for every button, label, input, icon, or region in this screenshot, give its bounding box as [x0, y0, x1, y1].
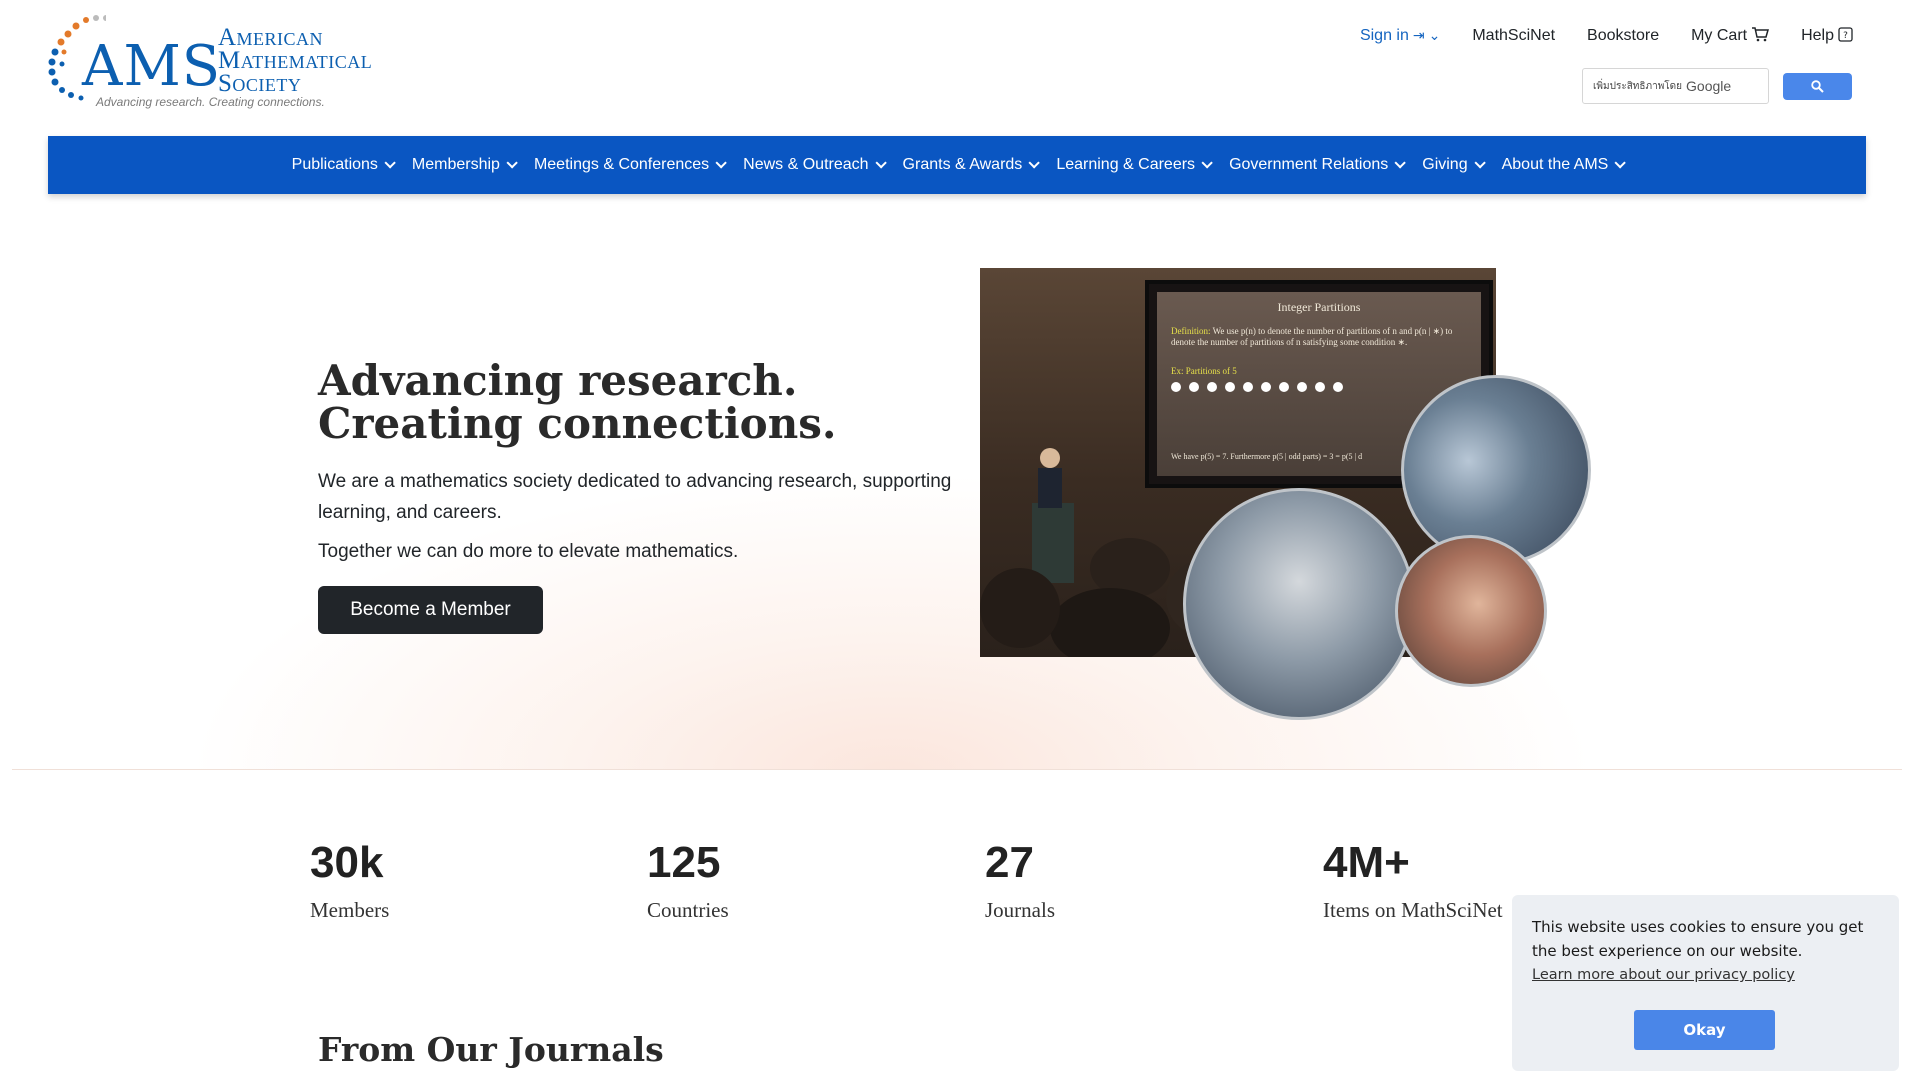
stat-journals: 27 Journals — [985, 838, 1055, 922]
nav-government-relations[interactable]: Government Relations — [1229, 156, 1407, 174]
help-link[interactable]: Help ? — [1801, 27, 1853, 45]
chevron-down-icon — [1201, 157, 1213, 169]
nav-giving[interactable]: Giving — [1422, 156, 1486, 174]
google-search: เพิ่มประสิทธิภาพโดย Google — [1582, 68, 1852, 104]
mathscinet-link[interactable]: MathSciNet — [1472, 27, 1555, 45]
logo-name: American Mathematical Society — [218, 24, 373, 97]
hero-subtext: Together we can do more to elevate mathe… — [318, 541, 739, 562]
cookie-message: This website uses cookies to ensure you … — [1532, 918, 1864, 960]
sign-in-link[interactable]: Sign in ⇥ ⌄ — [1360, 27, 1440, 45]
sign-in-icon: ⇥ — [1412, 27, 1425, 43]
privacy-policy-link[interactable]: Learn more about our privacy policy — [1532, 967, 1879, 983]
svg-text:?: ? — [1843, 31, 1848, 41]
nav-grants-awards[interactable]: Grants & Awards — [903, 156, 1041, 174]
chevron-down-icon — [1614, 157, 1627, 169]
search-button[interactable] — [1782, 72, 1852, 100]
cookie-okay-button[interactable]: Okay — [1634, 1010, 1775, 1050]
cookie-banner: This website uses cookies to ensure you … — [1512, 895, 1899, 1071]
photo-circle-attendee — [1395, 535, 1547, 687]
hero-title: Advancing research. Creating connections… — [318, 356, 837, 448]
logo-abbr: AMS — [82, 34, 222, 99]
cart-icon — [1751, 26, 1770, 45]
chevron-down-icon: ⌄ — [1428, 27, 1441, 43]
chevron-down-icon — [1028, 157, 1041, 169]
hero-description: We are a mathematics society dedicated t… — [318, 471, 952, 523]
nav-membership[interactable]: Membership — [412, 156, 518, 174]
chevron-down-icon — [1474, 157, 1486, 169]
chevron-down-icon — [506, 157, 518, 169]
search-icon — [1811, 79, 1824, 93]
chevron-down-icon — [1394, 157, 1407, 169]
hero-section: Advancing research. Creating connections… — [12, 214, 1902, 770]
nav-meetings-conferences[interactable]: Meetings & Conferences — [534, 156, 727, 174]
ams-logo[interactable]: AMS American Mathematical Society Advanc… — [46, 14, 406, 110]
nav-learning-careers[interactable]: Learning & Careers — [1056, 156, 1213, 174]
nav-publications[interactable]: Publications — [292, 156, 396, 174]
my-cart-link[interactable]: My Cart — [1691, 26, 1770, 45]
stat-countries: 125 Countries — [647, 838, 729, 922]
photo-circle-conference — [1183, 488, 1415, 720]
stat-mathscinet-items: 4M+ Items on MathSciNet — [1323, 838, 1503, 922]
from-our-journals-heading: From Our Journals — [318, 1030, 664, 1069]
nav-about-ams[interactable]: About the AMS — [1502, 156, 1627, 174]
chevron-down-icon — [715, 157, 727, 169]
bookstore-link[interactable]: Bookstore — [1587, 27, 1659, 45]
nav-news-outreach[interactable]: News & Outreach — [743, 156, 887, 174]
search-input[interactable]: เพิ่มประสิทธิภาพโดย Google — [1582, 68, 1769, 104]
main-nav: Publications Membership Meetings & Confe… — [48, 136, 1866, 194]
photo-circle-students — [1401, 375, 1591, 565]
utility-nav: Sign in ⇥ ⌄ MathSciNet Bookstore My Cart… — [1360, 26, 1853, 45]
stat-members: 30k Members — [310, 838, 390, 922]
become-member-button[interactable]: Become a Member — [318, 586, 543, 634]
site-header: AMS American Mathematical Society Advanc… — [0, 0, 1905, 135]
chevron-down-icon — [384, 157, 396, 169]
help-icon: ? — [1838, 26, 1853, 45]
chevron-down-icon — [875, 157, 887, 169]
logo-tagline: Advancing research. Creating connections… — [96, 95, 325, 109]
